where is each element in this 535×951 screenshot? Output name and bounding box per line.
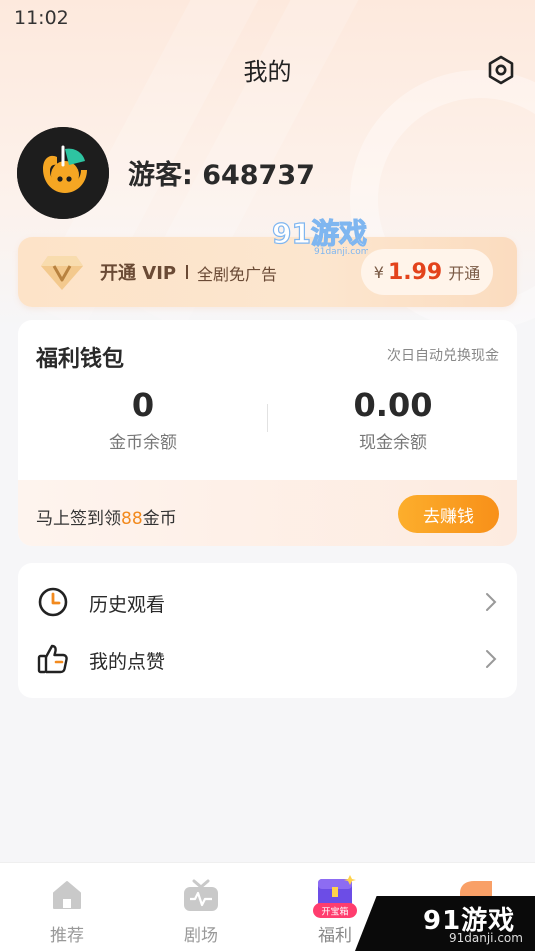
- settings-hexagon-icon: [488, 55, 514, 85]
- watermark-sub: 91danji.com: [314, 247, 368, 257]
- vip-banner[interactable]: 开通 VIP 全剧免广告 ¥ 1.99 开通: [18, 237, 517, 307]
- tv-icon: [184, 879, 218, 911]
- vip-subtitle: 全剧免广告: [197, 265, 278, 284]
- tab-label: 剧场: [184, 926, 218, 946]
- watermark-logo: 91游戏 91danji.com: [271, 216, 368, 257]
- app-logo-avatar: [17, 127, 109, 219]
- tab-label: 推荐: [50, 926, 84, 946]
- coin-balance[interactable]: 0 金币余额: [18, 386, 268, 453]
- cash-balance-label: 现金余额: [359, 433, 427, 453]
- page-title: 我的: [243, 58, 292, 86]
- menu-item-label: 历史观看: [89, 594, 166, 616]
- status-time: 11:02: [14, 7, 69, 29]
- vip-price: 1.99: [387, 259, 443, 285]
- home-icon: [53, 881, 81, 909]
- thumbs-up-icon: [37, 644, 68, 674]
- vip-diamond-icon: [41, 256, 83, 290]
- settings-button[interactable]: [484, 53, 518, 87]
- vip-separator: [186, 265, 188, 279]
- cash-balance-value: 0.00: [353, 386, 433, 424]
- wallet-title: 福利钱包: [36, 347, 125, 372]
- signin-prefix: 马上签到领: [36, 509, 121, 529]
- corner-logo-sub: 91danji.com: [449, 931, 523, 945]
- avatar[interactable]: [17, 127, 109, 219]
- wallet-note: 次日自动兑换现金: [387, 348, 499, 364]
- signin-text: 马上签到领88金币: [36, 504, 177, 529]
- tab-theater[interactable]: 剧场: [134, 863, 268, 951]
- cash-balance[interactable]: 0.00 现金余额: [268, 386, 517, 453]
- signin-suffix: 金币: [142, 509, 177, 529]
- menu-item-likes[interactable]: 我的点赞: [18, 630, 517, 688]
- wallet-card: 福利钱包 次日自动兑换现金 0 金币余额 0.00 现金余额 马上签到领88金币…: [18, 320, 517, 546]
- watermark-text: 91游戏: [272, 217, 367, 250]
- signin-amount: 88: [121, 509, 143, 529]
- treasure-badge-text: 开宝箱: [321, 906, 348, 918]
- vip-action-label: 开通: [448, 264, 481, 283]
- menu-item-history[interactable]: 历史观看: [18, 573, 517, 631]
- signin-bar: 马上签到领88金币 去赚钱: [18, 480, 517, 546]
- coin-balance-label: 金币余额: [109, 433, 177, 453]
- chevron-right-icon: [486, 650, 497, 668]
- coin-balance-value: 0: [131, 386, 155, 424]
- vip-currency: ¥: [373, 262, 384, 282]
- vip-purchase-button[interactable]: ¥ 1.99 开通: [361, 249, 493, 295]
- corner-logo-badge: 91游戏 91danji.com: [355, 896, 535, 951]
- username: 游客: 648737: [128, 160, 315, 191]
- menu-card: 历史观看 我的点赞: [18, 563, 517, 698]
- clock-icon: [38, 587, 68, 617]
- chevron-right-icon: [486, 593, 497, 611]
- treasure-chest-icon: 开宝箱: [313, 875, 357, 918]
- earn-money-button[interactable]: 去赚钱: [398, 495, 499, 533]
- tab-recommend[interactable]: 推荐: [0, 863, 134, 951]
- menu-item-label: 我的点赞: [89, 651, 166, 673]
- vip-label: 开通 VIP: [100, 263, 177, 284]
